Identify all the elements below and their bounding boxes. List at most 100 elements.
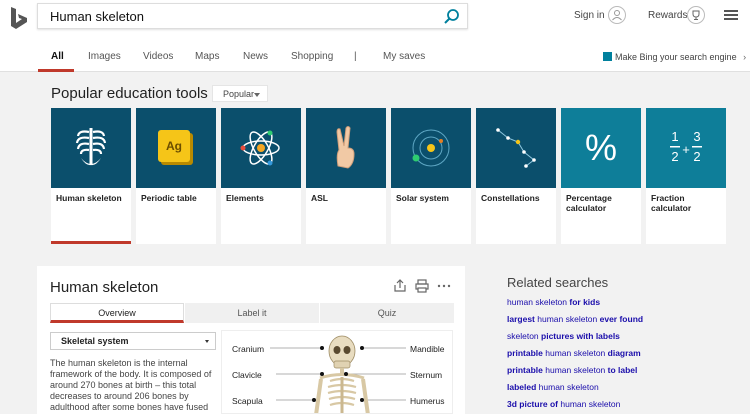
percent-symbol: % xyxy=(585,127,617,168)
related-search-item[interactable]: printable human skeleton diagram xyxy=(507,348,743,365)
tool-card-label: Solar system xyxy=(396,193,449,203)
skeleton-diagram[interactable]: Cranium Clavicle Scapula Mandible Sternu… xyxy=(221,330,453,414)
make-bing-default-link[interactable]: Make Bing your search engine › xyxy=(603,52,746,62)
tool-tile xyxy=(391,108,471,188)
header: Sign in Rewards All Images Videos Maps N… xyxy=(0,0,750,72)
tools-title: Popular education tools xyxy=(51,85,208,102)
orbit-icon xyxy=(412,129,450,167)
tab-quiz[interactable]: Quiz xyxy=(320,303,454,323)
fraction-numerator-1: 1 xyxy=(671,129,678,144)
tools-filter-value: Popular xyxy=(223,89,255,99)
related-search-segment: human skeleton xyxy=(545,365,608,375)
related-search-item[interactable]: printable human skeleton to label xyxy=(507,365,743,382)
nav-news[interactable]: News xyxy=(243,51,268,62)
answer-actions xyxy=(393,279,453,293)
related-search-segment: for kids xyxy=(569,297,601,307)
related-search-segment: human skeleton xyxy=(537,314,600,324)
tool-card-solar-system[interactable]: Solar system xyxy=(391,108,471,244)
related-search-segment: ever found xyxy=(599,314,644,324)
trophy-icon[interactable] xyxy=(687,6,705,24)
system-select[interactable]: Skeletal system xyxy=(50,332,216,350)
tool-tile xyxy=(306,108,386,188)
related-search-item[interactable]: largest human skeleton ever found xyxy=(507,314,743,331)
related-search-item[interactable]: skeleton pictures with labels xyxy=(507,331,743,348)
tool-tile xyxy=(476,108,556,188)
search-icon[interactable] xyxy=(443,8,460,25)
nav-shopping[interactable]: Shopping xyxy=(291,51,333,62)
nav-all[interactable]: All xyxy=(51,51,64,62)
tab-label-it[interactable]: Label it xyxy=(185,303,319,323)
fraction-denominator-1: 2 xyxy=(671,149,678,164)
tool-tile xyxy=(221,108,301,188)
nav-separator: | xyxy=(354,51,357,62)
constellation-icon xyxy=(496,128,536,168)
more-options-icon[interactable] xyxy=(437,279,451,293)
nav-videos[interactable]: Videos xyxy=(143,51,173,62)
tool-card-asl[interactable]: ASL xyxy=(306,108,386,244)
related-search-item[interactable]: labeled human skeleton xyxy=(507,382,743,399)
tool-card-label: ASL xyxy=(311,193,328,203)
related-search-segment: skeleton xyxy=(507,331,542,341)
scope-nav: All Images Videos Maps News Shopping | M… xyxy=(0,44,600,72)
caret-down-icon xyxy=(205,340,209,343)
fraction-numerator-2: 3 xyxy=(693,129,700,144)
related-search-item[interactable]: human skeleton for kids xyxy=(507,297,743,314)
related-search-segment: human skeleton xyxy=(507,297,570,307)
tool-card-percentage-calculator[interactable]: % Percentage calculator xyxy=(561,108,641,244)
bing-small-icon xyxy=(603,52,612,61)
related-search-segment: 3d picture of xyxy=(507,399,561,409)
print-icon[interactable] xyxy=(415,279,429,293)
menu-icon[interactable] xyxy=(724,10,738,20)
system-select-value: Skeletal system xyxy=(61,336,129,346)
tool-card-periodic-table[interactable]: Ag Periodic table xyxy=(136,108,216,244)
education-tools-section: Popular education tools Popular Human sk… xyxy=(0,72,750,258)
tool-card-constellations[interactable]: Constellations xyxy=(476,108,556,244)
tab-overview[interactable]: Overview xyxy=(50,303,184,323)
share-icon[interactable] xyxy=(393,279,407,293)
tool-card-fraction-calculator[interactable]: 1 2 + 3 2 Fraction calculator xyxy=(646,108,726,244)
related-search-segment: diagram xyxy=(607,348,641,358)
caret-down-icon xyxy=(254,93,260,97)
chevron-right-icon: › xyxy=(743,52,747,62)
skeleton-illustration xyxy=(270,335,406,413)
active-card-indicator xyxy=(51,241,131,244)
related-search-segment: printable xyxy=(507,348,546,358)
related-search-segment: labeled xyxy=(507,382,539,392)
related-searches: Related searches human skeleton for kids… xyxy=(507,275,743,414)
tool-tile: Ag xyxy=(136,108,216,188)
related-search-segment: printable xyxy=(507,365,546,375)
plus-symbol: + xyxy=(682,142,690,157)
bing-logo-icon[interactable] xyxy=(8,6,30,30)
nav-images[interactable]: Images xyxy=(88,51,121,62)
user-avatar-icon[interactable] xyxy=(608,6,626,24)
tool-card-label: Periodic table xyxy=(141,193,197,203)
fraction-denominator-2: 2 xyxy=(693,149,700,164)
related-search-item[interactable]: 3d picture of human skeleton xyxy=(507,399,743,414)
tool-tile: % xyxy=(561,108,641,188)
tool-card-label: Human skeleton xyxy=(56,193,122,203)
tool-tile: 1 2 + 3 2 xyxy=(646,108,726,188)
fraction-icon: 1 2 + 3 2 xyxy=(670,129,702,164)
tool-card-label: Elements xyxy=(226,193,264,203)
sign-in-link[interactable]: Sign in xyxy=(574,10,605,21)
related-search-segment: human skeleton xyxy=(545,348,608,358)
rewards-link[interactable]: Rewards xyxy=(648,10,687,21)
skeleton-answer-card: Human skeleton Overview Label it Quiz Sk… xyxy=(37,266,465,414)
tool-card-label: Constellations xyxy=(481,193,540,203)
nav-maps[interactable]: Maps xyxy=(195,51,219,62)
tool-card-human-skeleton[interactable]: Human skeleton xyxy=(51,108,131,244)
related-search-segment: largest xyxy=(507,314,538,324)
related-search-segment: human skeleton xyxy=(560,399,621,409)
related-searches-title: Related searches xyxy=(507,275,609,290)
tool-card-elements[interactable]: Elements xyxy=(221,108,301,244)
element-symbol: Ag xyxy=(166,139,182,153)
percent-icon: % xyxy=(585,127,617,168)
nav-my-saves[interactable]: My saves xyxy=(383,51,425,62)
tool-card-label: Percentage calculator xyxy=(566,193,612,213)
tools-filter-dropdown[interactable]: Popular xyxy=(212,85,268,102)
search-input[interactable] xyxy=(50,8,430,25)
skeleton-description: The human skeleton is the internal frame… xyxy=(50,358,212,412)
tool-tile xyxy=(51,108,131,188)
related-searches-list: human skeleton for kids largest human ske… xyxy=(507,297,743,414)
search-box[interactable] xyxy=(37,3,468,29)
